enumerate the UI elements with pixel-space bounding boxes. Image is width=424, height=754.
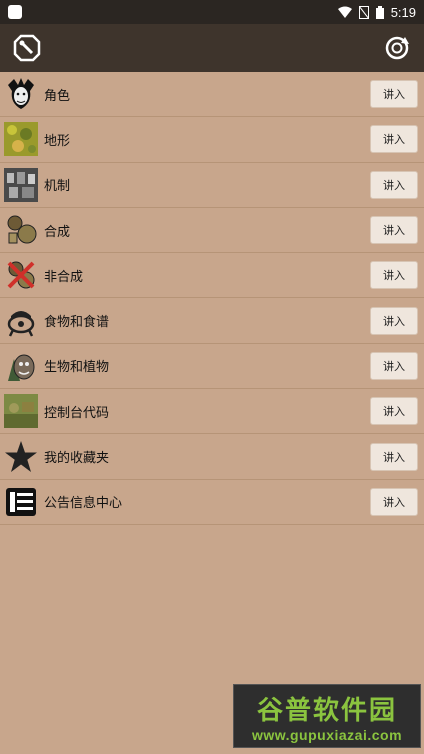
list-item[interactable]: 食物和食谱 讲入: [0, 298, 424, 344]
app-bar: [0, 24, 424, 72]
list-item[interactable]: 地形 讲入: [0, 117, 424, 163]
sync-button[interactable]: [382, 33, 412, 63]
menu-list: 角色 讲入 地形 讲入 机制 讲入 合成 讲入 非合成 讲入 食物和食谱 讲入 …: [0, 72, 424, 525]
no-sim-icon: [358, 5, 369, 19]
sync-icon: [385, 36, 409, 60]
item-label: 合成: [44, 224, 71, 240]
wrench-icon: [13, 34, 41, 62]
list-item[interactable]: 合成 讲入: [0, 208, 424, 254]
creatures-icon: [4, 349, 38, 383]
item-label: 地形: [44, 133, 71, 149]
item-label: 机制: [44, 179, 71, 195]
list-item[interactable]: 我的收藏夹 讲入: [0, 434, 424, 480]
star-icon: [4, 440, 38, 474]
list-item[interactable]: 非合成 讲入: [0, 253, 424, 299]
item-label: 我的收藏夹: [44, 451, 110, 467]
item-label: 食物和食谱: [44, 315, 110, 331]
battery-icon: [375, 5, 384, 19]
mechanics-icon: [4, 167, 38, 202]
clock: 5:19: [390, 4, 416, 20]
enter-button[interactable]: 讲入: [370, 216, 418, 245]
notice-icon: [4, 485, 38, 519]
list-item[interactable]: 生物和植物 讲入: [0, 344, 424, 390]
watermark-url: www.gupuxiazai.com: [251, 726, 403, 743]
list-item[interactable]: 控制台代码 讲入: [0, 389, 424, 435]
enter-button[interactable]: 讲入: [370, 487, 418, 516]
console-icon: [4, 394, 38, 429]
watermark-title: 谷普软件园: [256, 695, 397, 726]
item-label: 生物和植物: [44, 360, 110, 376]
watermark: 谷普软件园 www.gupuxiazai.com: [233, 684, 421, 748]
craft-icon: [4, 213, 38, 247]
status-bar: 5:19: [0, 0, 424, 24]
enter-button[interactable]: 讲入: [370, 261, 418, 290]
list-item[interactable]: 角色 讲入: [0, 72, 424, 118]
item-label: 非合成: [44, 269, 84, 285]
list-item[interactable]: 机制 讲入: [0, 163, 424, 208]
item-label: 公告信息中心: [44, 496, 123, 512]
list-item[interactable]: 公告信息中心 讲入: [0, 480, 424, 525]
wifi-icon: [337, 6, 352, 18]
enter-button[interactable]: 讲入: [370, 170, 418, 199]
wrench-button[interactable]: [12, 33, 42, 63]
enter-button[interactable]: 讲入: [370, 80, 418, 109]
character-icon: [4, 77, 38, 111]
crockpot-icon: [4, 304, 38, 338]
terrain-icon: [4, 122, 38, 157]
enter-button[interactable]: 讲入: [370, 397, 418, 426]
item-label: 角色: [44, 88, 71, 104]
enter-button[interactable]: 讲入: [370, 125, 418, 154]
notification-icon: [8, 5, 22, 19]
enter-button[interactable]: 讲入: [370, 306, 418, 335]
item-label: 控制台代码: [44, 405, 110, 421]
enter-button[interactable]: 讲入: [370, 442, 418, 471]
enter-button[interactable]: 讲入: [370, 351, 418, 380]
non-craft-icon: [4, 258, 38, 292]
